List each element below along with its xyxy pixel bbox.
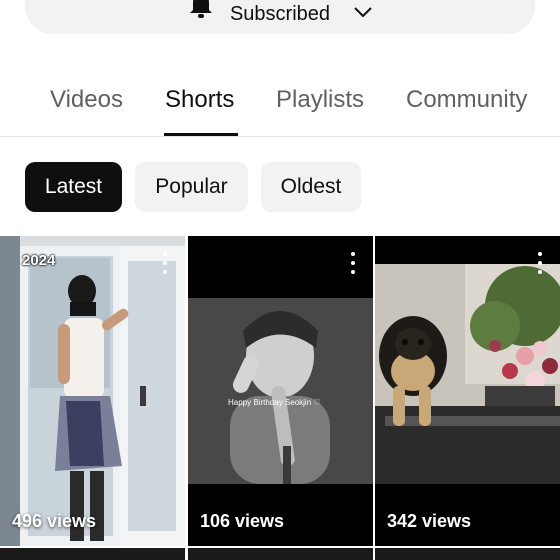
short-thumbnail xyxy=(375,236,560,546)
tab-community[interactable]: Community xyxy=(406,86,527,114)
tab-playlists[interactable]: Playlists xyxy=(276,86,364,114)
chevron-down-icon xyxy=(352,1,374,23)
filter-chip-latest[interactable]: Latest xyxy=(25,162,122,212)
short-thumbnail xyxy=(188,236,373,546)
short-caption: Happy Birthday Seokjin ♡ xyxy=(228,398,321,407)
filter-chip-popular[interactable]: Popular xyxy=(135,162,248,212)
active-tab-indicator xyxy=(164,133,238,136)
short-card[interactable]: 342 views xyxy=(375,236,560,546)
more-vert-icon[interactable] xyxy=(343,252,363,274)
view-count: 496 views xyxy=(12,511,97,531)
subscribed-label: Subscribed xyxy=(229,2,331,25)
subscribed-button[interactable]: Subscribed xyxy=(25,0,535,34)
more-vert-icon[interactable] xyxy=(530,252,550,274)
view-count: 106 views xyxy=(200,511,285,531)
tab-shorts[interactable]: Shorts xyxy=(165,86,234,114)
short-card-partial xyxy=(0,548,185,560)
short-card[interactable]: 2024 496 views xyxy=(0,236,185,546)
more-vert-icon[interactable] xyxy=(155,252,175,274)
short-card[interactable]: Happy Birthday Seokjin ♡ 106 views xyxy=(188,236,373,546)
overlay-text: 2024 xyxy=(22,252,56,269)
short-thumbnail xyxy=(0,236,185,546)
tab-videos[interactable]: Videos xyxy=(50,86,123,114)
view-count: 342 views xyxy=(387,511,472,531)
short-card-partial xyxy=(188,548,373,560)
bell-icon xyxy=(186,0,216,21)
short-card-partial xyxy=(375,548,560,560)
channel-tabs: Videos Shorts Playlists Community xyxy=(0,64,560,137)
filter-chip-oldest[interactable]: Oldest xyxy=(261,162,361,212)
